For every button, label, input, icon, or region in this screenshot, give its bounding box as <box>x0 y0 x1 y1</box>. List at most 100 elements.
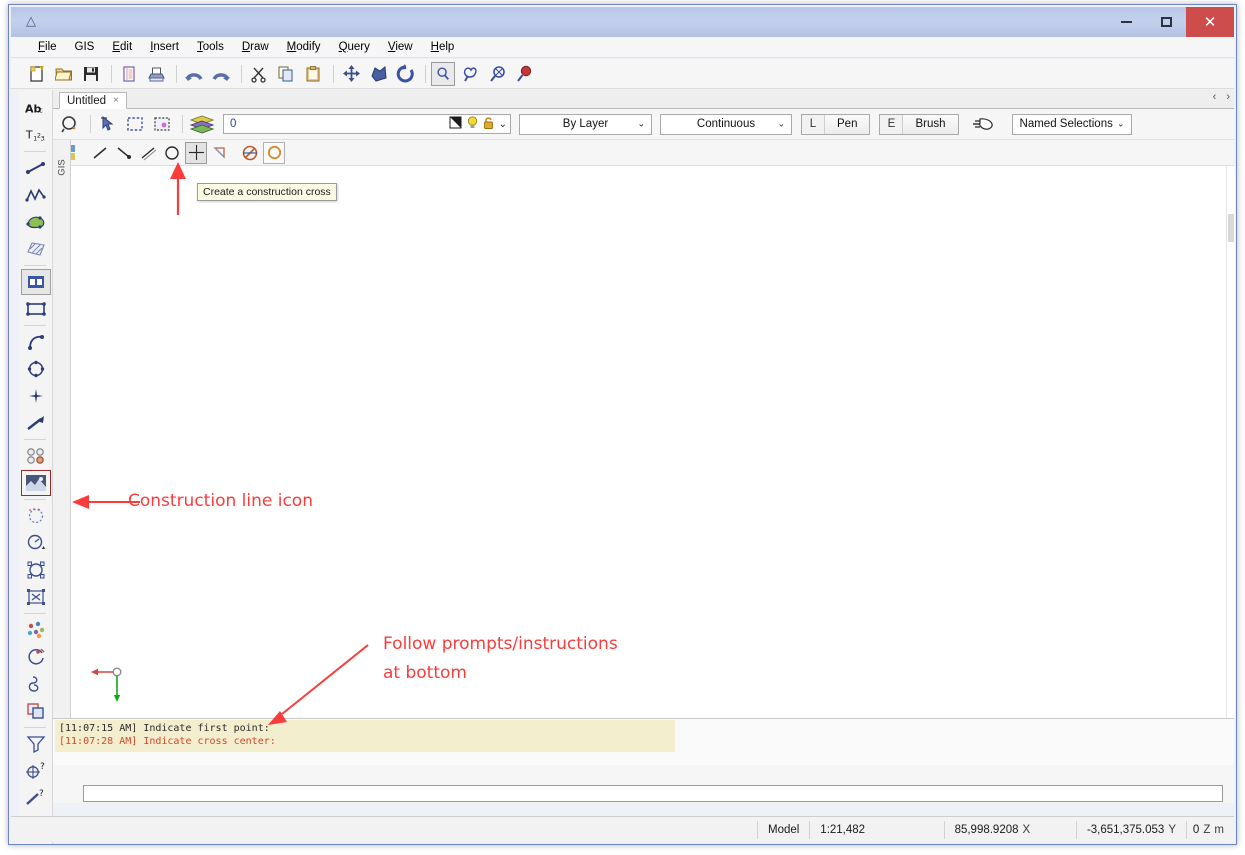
close-button[interactable]: ✕ <box>1186 7 1234 37</box>
construction-parallel-icon[interactable] <box>137 142 159 164</box>
select-filter-icon[interactable] <box>150 112 174 136</box>
command-input-area <box>53 765 1234 803</box>
text-subscript-icon[interactable]: T123 <box>21 122 51 148</box>
query-target-icon[interactable]: ? <box>21 758 51 784</box>
coord-units: m <box>1214 823 1224 836</box>
undo-arc-icon[interactable] <box>182 62 206 86</box>
circle-polygon-icon[interactable] <box>21 356 51 382</box>
tab-untitled[interactable]: Untitled × <box>59 92 127 109</box>
layers-stack-icon[interactable] <box>188 112 216 136</box>
point-icon[interactable] <box>21 383 51 409</box>
cut-scissors-icon[interactable] <box>247 62 271 86</box>
command-input-field[interactable] <box>83 785 1223 802</box>
status-coordinate-y[interactable]: -3,651,375.053 Y <box>1077 821 1186 839</box>
select-dashed-icon[interactable] <box>21 503 51 529</box>
menu-tools[interactable]: Tools <box>188 39 233 55</box>
menu-help[interactable]: Help <box>422 39 464 55</box>
polyline-icon[interactable] <box>21 182 51 208</box>
menu-view[interactable]: View <box>379 39 422 55</box>
arc-icon[interactable] <box>21 329 51 355</box>
node-edit-icon[interactable] <box>21 557 51 583</box>
overlap-shapes-icon[interactable] <box>21 698 51 724</box>
layer-state-icon[interactable] <box>58 112 82 136</box>
minimize-button[interactable] <box>1106 7 1146 37</box>
tab-next-icon[interactable]: › <box>1226 91 1230 103</box>
status-coordinate-z[interactable]: 0 Z m <box>1187 821 1234 839</box>
zoom-previous-icon[interactable] <box>512 62 536 86</box>
select-window-icon[interactable] <box>123 112 147 136</box>
layer-visible-bulb-icon[interactable] <box>467 115 478 133</box>
text-abc-icon[interactable]: Ab c <box>21 95 51 121</box>
measure-clock-icon[interactable] <box>21 530 51 556</box>
layer-dropdown-caret-icon[interactable]: ⌄ <box>499 119 507 130</box>
zoom-all-icon[interactable] <box>485 62 509 86</box>
command-log-panel[interactable]: [11:07:15 AM] Indicate first point: [11:… <box>53 718 1234 765</box>
window-controls: ✕ <box>1106 7 1234 37</box>
menu-edit[interactable]: Edit <box>103 39 141 55</box>
drawing-canvas[interactable] <box>71 166 1226 718</box>
status-coordinate-x[interactable]: 85,998.9208 X <box>945 821 1076 839</box>
linetype-combo-value: Continuous <box>696 118 756 130</box>
hand-pointer-icon[interactable] <box>968 112 1000 136</box>
select-cursor-icon[interactable] <box>96 112 120 136</box>
linetype-combo[interactable]: Continuous ⌄ <box>660 113 792 135</box>
arrow-leader-icon[interactable] <box>21 410 51 436</box>
print-icon[interactable] <box>144 62 168 86</box>
tab-close-icon[interactable]: × <box>113 95 119 106</box>
brush-button[interactable]: E Brush <box>879 113 959 135</box>
zoom-selection-icon[interactable] <box>458 62 482 86</box>
grip-edit-icon[interactable] <box>21 584 51 610</box>
gis-side-dock[interactable]: GIS <box>53 140 71 718</box>
open-folder-icon[interactable] <box>52 62 76 86</box>
menu-gis[interactable]: GIS <box>66 39 104 55</box>
polygon-fill-icon[interactable] <box>21 209 51 235</box>
menu-draw[interactable]: Draw <box>233 39 278 55</box>
color-combo[interactable]: By Layer ⌄ <box>519 113 652 135</box>
hatch-pattern-icon[interactable] <box>21 236 51 262</box>
redo-arc-icon[interactable] <box>209 62 233 86</box>
delete-construction-icon[interactable] <box>239 142 261 164</box>
save-disk-icon[interactable] <box>79 62 103 86</box>
toolbar-separator <box>111 64 112 83</box>
trim-edit-icon[interactable] <box>21 644 51 670</box>
zoom-extents-icon[interactable] <box>366 62 390 86</box>
status-space[interactable]: Model <box>758 821 809 839</box>
current-layer-field[interactable]: 0 ⌄ <box>223 114 511 134</box>
layer-print-icon[interactable] <box>449 116 462 132</box>
status-scale[interactable]: 1:21,482 <box>810 821 943 839</box>
layer-unlock-icon[interactable] <box>483 116 494 133</box>
construction-ray-icon[interactable] <box>113 142 135 164</box>
rectangle-icon[interactable] <box>21 296 51 322</box>
construction-line-icon[interactable] <box>89 142 111 164</box>
refresh-rotate-icon[interactable] <box>393 62 417 86</box>
filter-funnel-icon[interactable] <box>21 731 51 757</box>
construction-cross-icon[interactable] <box>185 141 207 164</box>
construction-point-icon[interactable] <box>209 142 231 164</box>
symbol-group-icon[interactable] <box>21 443 51 469</box>
menu-insert[interactable]: Insert <box>141 39 188 55</box>
canvas-vertical-scrollbar[interactable] <box>1226 166 1235 718</box>
line-segment-icon[interactable] <box>21 155 51 181</box>
scrollbar-thumb[interactable] <box>1228 214 1234 242</box>
construction-circle-icon[interactable] <box>161 142 183 164</box>
offset-curve-icon[interactable] <box>21 671 51 697</box>
maximize-button[interactable] <box>1146 7 1186 37</box>
raster-image-icon[interactable] <box>21 470 51 496</box>
menu-file[interactable]: File <box>29 39 66 55</box>
pan-move-icon[interactable] <box>339 62 363 86</box>
copy-icon[interactable] <box>274 62 298 86</box>
tab-prev-icon[interactable]: ‹ <box>1213 91 1217 103</box>
zoom-window-icon[interactable] <box>431 61 455 86</box>
menu-modify[interactable]: Modify <box>278 39 330 55</box>
construction-ring-icon[interactable] <box>263 141 285 164</box>
named-selections-combo[interactable]: Named Selections ⌄ <box>1011 113 1132 135</box>
print-preview-icon[interactable] <box>117 62 141 86</box>
menu-query[interactable]: Query <box>330 39 379 55</box>
multi-point-icon[interactable] <box>21 617 51 643</box>
pen-button[interactable]: L Pen <box>801 113 871 135</box>
paste-clipboard-icon[interactable] <box>301 62 325 86</box>
block-insert-icon[interactable] <box>21 269 51 295</box>
query-line-icon[interactable]: ? <box>21 785 51 811</box>
new-document-icon[interactable] <box>25 62 49 86</box>
toolbar-separator <box>333 64 334 83</box>
